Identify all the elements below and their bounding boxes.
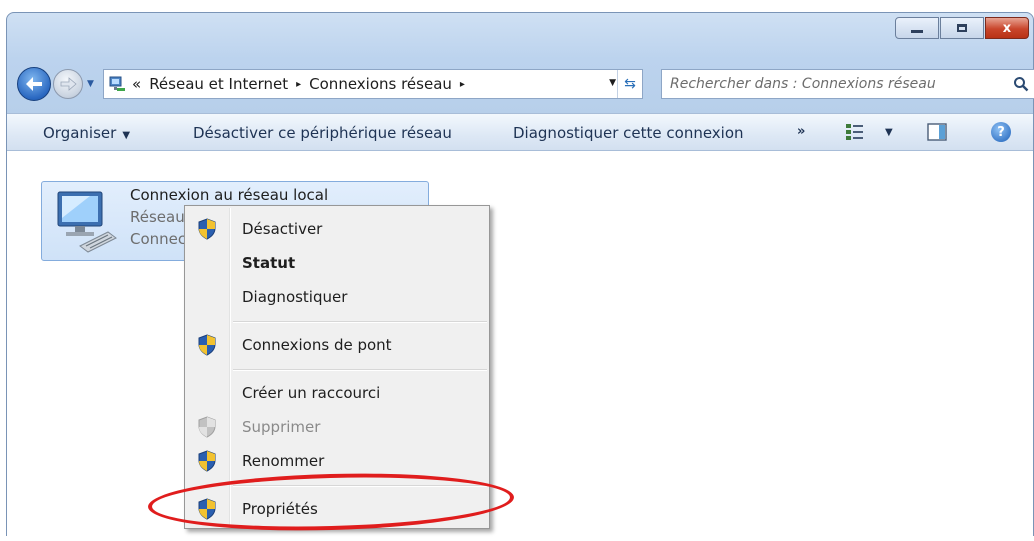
search-button[interactable] — [1008, 76, 1034, 92]
search-input[interactable]: Rechercher dans : Connexions réseau — [662, 76, 1008, 92]
uac-shield-icon — [198, 450, 216, 472]
menu-item-status[interactable]: Statut — [187, 248, 487, 278]
network-adapter-icon — [57, 191, 117, 253]
menu-item-bridge-connections[interactable]: Connexions de pont — [187, 330, 487, 360]
menu-item-label: Créer un raccourci — [242, 384, 381, 402]
forward-arrow-icon — [60, 77, 77, 91]
view-options-dropdown-icon[interactable]: ▼ — [885, 127, 893, 138]
menu-item-create-shortcut[interactable]: Créer un raccourci — [187, 378, 487, 408]
menu-item-delete: Supprimer — [187, 412, 487, 442]
minimize-button[interactable] — [895, 17, 939, 39]
menu-item-label: Connexions de pont — [242, 336, 392, 354]
close-button[interactable]: x — [985, 17, 1029, 39]
menu-separator — [233, 321, 487, 323]
chevron-down-icon: ▼ — [122, 130, 131, 141]
breadcrumb-network-connections[interactable]: Connexions réseau — [309, 75, 452, 93]
refresh-button[interactable]: ⇆ — [617, 70, 642, 98]
menu-separator — [233, 485, 487, 487]
maximize-button[interactable] — [940, 17, 984, 39]
search-icon — [1014, 77, 1029, 92]
menu-item-properties[interactable]: Propriétés — [187, 494, 487, 524]
address-bar[interactable]: « Réseau et Internet ▸ Connexions réseau… — [103, 69, 643, 99]
command-bar: Organiser ▼ Désactiver ce périphérique ré… — [7, 113, 1033, 151]
help-icon[interactable]: ? — [991, 122, 1011, 142]
back-button[interactable] — [17, 67, 51, 101]
breadcrumb-separator-icon[interactable]: ▸ — [296, 79, 301, 90]
context-menu: Désactiver Statut Diagnostiquer Connexio… — [184, 205, 490, 529]
menu-item-disable[interactable]: Désactiver — [187, 214, 487, 244]
menu-item-diagnose[interactable]: Diagnostiquer — [187, 282, 487, 312]
menu-item-label: Désactiver — [242, 220, 323, 238]
search-box[interactable]: Rechercher dans : Connexions réseau — [661, 69, 1034, 99]
uac-shield-icon — [198, 334, 216, 356]
organize-menu-button[interactable]: Organiser ▼ — [43, 124, 130, 142]
uac-shield-disabled-icon — [198, 416, 216, 438]
network-connections-icon — [109, 76, 125, 91]
breadcrumb-separator-icon[interactable]: ▸ — [460, 79, 465, 90]
uac-shield-icon — [198, 498, 216, 520]
disable-device-button[interactable]: Désactiver ce périphérique réseau — [193, 124, 452, 142]
menu-separator — [233, 369, 487, 371]
file-list-area[interactable]: Connexion au réseau local Réseau 2 Conne… — [7, 151, 1033, 541]
maximize-icon — [957, 24, 967, 32]
address-history-dropdown-icon[interactable]: ▼ — [609, 78, 616, 88]
change-view-icon[interactable] — [845, 122, 865, 142]
menu-item-label: Renommer — [242, 452, 325, 470]
more-commands-button[interactable]: » — [797, 124, 805, 139]
explorer-window: x ▼ « Réseau et Internet ▸ Connexions ré… — [6, 12, 1034, 541]
menu-item-label: Propriétés — [242, 500, 318, 518]
recent-pages-dropdown[interactable]: ▼ — [87, 79, 94, 89]
close-icon: x — [1002, 20, 1012, 36]
breadcrumb-network-internet[interactable]: Réseau et Internet — [149, 75, 288, 93]
menu-item-rename[interactable]: Renommer — [187, 446, 487, 476]
menu-item-label: Supprimer — [242, 418, 321, 436]
breadcrumb-overflow[interactable]: « — [132, 75, 141, 93]
refresh-icon: ⇆ — [624, 76, 636, 92]
title-bar[interactable]: x — [7, 13, 1033, 57]
connection-name: Connexion au réseau local — [130, 186, 329, 204]
organize-label: Organiser — [43, 124, 117, 142]
menu-item-label: Diagnostiquer — [242, 288, 348, 306]
diagnose-connection-button[interactable]: Diagnostiquer cette connexion — [513, 124, 744, 142]
caption-buttons: x — [895, 17, 1029, 39]
navigation-row: ▼ « Réseau et Internet ▸ Connexions rése… — [7, 65, 1034, 105]
preview-pane-icon[interactable] — [927, 123, 947, 141]
menu-item-label: Statut — [242, 254, 296, 272]
back-arrow-icon — [26, 77, 42, 91]
minimize-icon — [911, 29, 923, 33]
forward-button[interactable] — [53, 69, 83, 99]
uac-shield-icon — [198, 218, 216, 240]
